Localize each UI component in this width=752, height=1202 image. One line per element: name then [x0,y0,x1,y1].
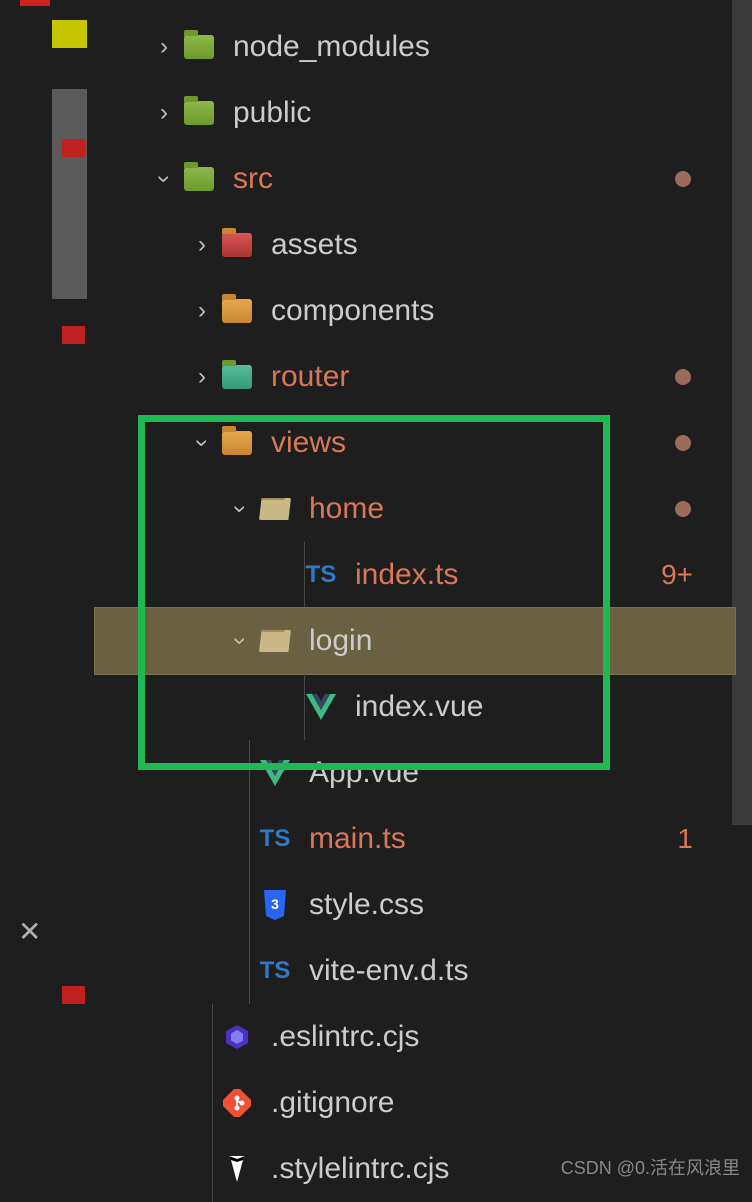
folder-components-icon [219,293,255,329]
stylelint-icon [219,1151,255,1187]
editor-gutter [0,0,95,1190]
folder-label: assets [271,228,358,262]
folder-label: public [233,96,311,130]
folder-label: router [271,360,349,394]
chevron-right-icon: › [147,33,181,61]
folder-label: node_modules [233,30,430,64]
folder-public-icon [181,95,217,131]
file-label: .gitignore [271,1086,394,1120]
folder-nodejs-icon [181,29,217,65]
folder-src[interactable]: › src [95,146,735,212]
chevron-right-icon: › [185,363,219,391]
file-label: index.ts [355,558,458,592]
git-icon [219,1085,255,1121]
chevron-right-icon: › [147,99,181,127]
file-label: main.ts [309,822,406,856]
modified-dot-icon [675,171,691,187]
folder-router-icon [219,359,255,395]
gutter-marker [20,0,50,6]
modified-dot-icon [675,501,691,517]
gutter-error-marker [62,986,85,1004]
gutter-error-marker [62,326,85,344]
gutter-marker [52,20,87,48]
file-explorer-tree: › node_modules › public › src › assets ›… [95,14,735,1202]
file-label: style.css [309,888,424,922]
folder-label: login [309,624,372,658]
folder-components[interactable]: › components [95,278,735,344]
folder-open-icon [257,623,293,659]
folder-node-modules[interactable]: › node_modules [95,14,735,80]
modified-dot-icon [675,369,691,385]
typescript-icon: TS [257,953,293,989]
vue-icon [303,689,339,725]
file-style-css[interactable]: 3 style.css [95,872,735,938]
eslint-icon [219,1019,255,1055]
chevron-down-icon: › [226,492,254,526]
file-eslintrc[interactable]: .eslintrc.cjs [95,1004,735,1070]
typescript-icon: TS [257,821,293,857]
css-icon: 3 [257,887,293,923]
vue-icon [257,755,293,791]
file-vite-env[interactable]: TS vite-env.d.ts [95,938,735,1004]
folder-router[interactable]: › router [95,344,735,410]
watermark-text: CSDN @0.活在风浪里 [561,1154,740,1180]
error-count-badge: 9+ [661,559,693,591]
close-icon[interactable]: ✕ [18,915,41,948]
scrollbar[interactable] [732,0,752,825]
error-count-badge: 1 [677,823,693,855]
chevron-right-icon: › [185,231,219,259]
folder-login[interactable]: › login [95,608,735,674]
file-login-index-vue[interactable]: index.vue [95,674,735,740]
folder-views[interactable]: › views [95,410,735,476]
folder-label: components [271,294,434,328]
file-gitignore[interactable]: .gitignore [95,1070,735,1136]
file-label: App.vue [309,756,419,790]
folder-label: home [309,492,384,526]
file-app-vue[interactable]: App.vue [95,740,735,806]
file-home-index-ts[interactable]: TS index.ts 9+ [95,542,735,608]
gutter-marker [52,89,87,299]
folder-public[interactable]: › public [95,80,735,146]
folder-assets-icon [219,227,255,263]
gutter-error-marker [62,139,85,157]
file-label: vite-env.d.ts [309,954,469,988]
chevron-down-icon: › [226,624,254,658]
svg-text:3: 3 [271,896,279,912]
folder-views-icon [219,425,255,461]
chevron-right-icon: › [185,297,219,325]
folder-assets[interactable]: › assets [95,212,735,278]
folder-label: src [233,162,273,196]
folder-home[interactable]: › home [95,476,735,542]
folder-label: views [271,426,346,460]
chevron-down-icon: › [150,162,178,196]
folder-open-icon [257,491,293,527]
modified-dot-icon [675,435,691,451]
folder-src-icon [181,161,217,197]
typescript-icon: TS [303,557,339,593]
file-label: .stylelintrc.cjs [271,1152,449,1186]
file-main-ts[interactable]: TS main.ts 1 [95,806,735,872]
file-label: index.vue [355,690,483,724]
file-label: .eslintrc.cjs [271,1020,419,1054]
chevron-down-icon: › [188,426,216,460]
